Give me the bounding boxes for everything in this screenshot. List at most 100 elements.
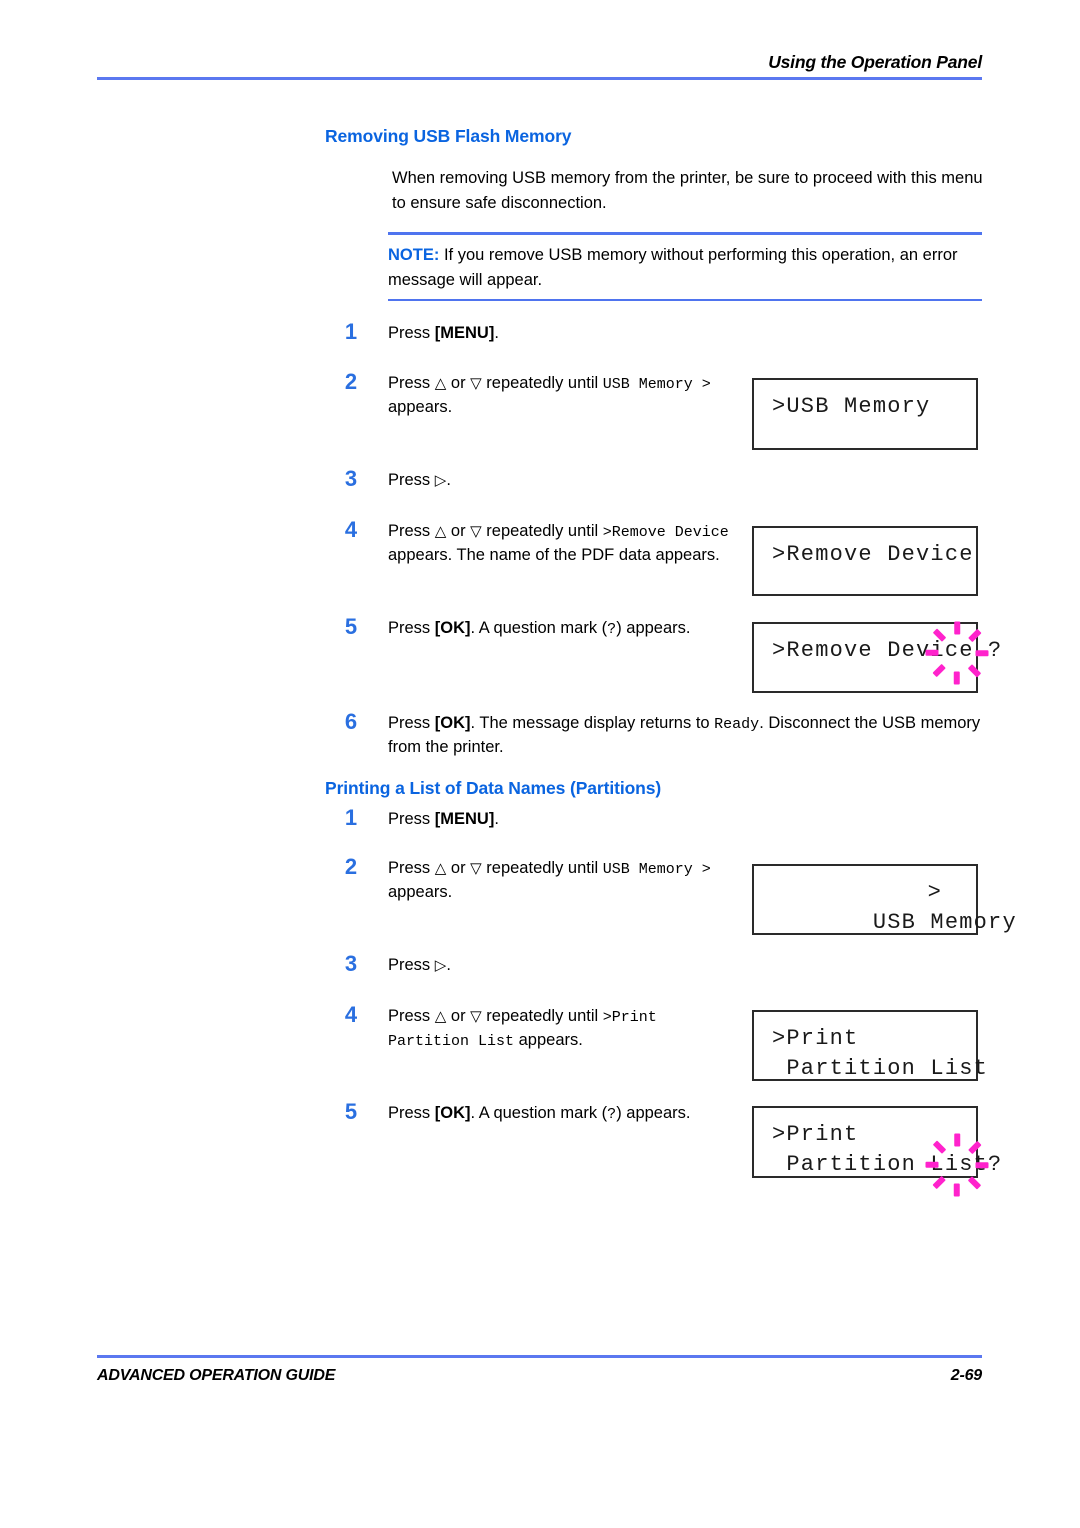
step-text: Press ▷. [388, 954, 733, 976]
lcd-display-usb-memory: >USB Memory [752, 378, 978, 450]
text-run: Press [388, 619, 435, 637]
text-run: . [494, 324, 499, 342]
text-run: . A question mark ( [470, 619, 608, 637]
lcd-literal-text: USB Memory > [602, 376, 711, 393]
section-heading-printing-list-of-data-names: Printing a List of Data Names (Partition… [325, 778, 662, 798]
step-text: Press [OK]. A question mark (?) appears. [388, 617, 743, 641]
arrow-key-icon: △ [434, 1008, 447, 1025]
lcd-line-1: >Print [772, 1026, 859, 1051]
text-run: or [446, 374, 471, 392]
lcd-display-remove-device: >Remove Device [752, 526, 978, 596]
text-run: . [446, 471, 451, 489]
text-run: . [494, 810, 499, 828]
text-run: Press [388, 1104, 435, 1122]
step-text: Press △ or ▽ repeatedly until USB Memory… [388, 372, 733, 418]
blinking-indicator-icon [925, 621, 989, 685]
lcd-literal-text: ? [607, 1106, 617, 1123]
text-run: or [446, 522, 471, 540]
arrow-key-icon: △ [434, 523, 447, 540]
text-run: repeatedly until [481, 1007, 603, 1025]
text-run: appears. The name of the PDF data appear… [388, 546, 720, 564]
text-run: Press [388, 714, 435, 732]
step-text: Press [OK]. A question mark (?) appears. [388, 1102, 743, 1126]
step-number: 6 [344, 709, 358, 734]
note-label: NOTE: [388, 245, 440, 264]
step-number: 2 [344, 854, 358, 879]
lcd-right-marker-icon: > [927, 880, 942, 905]
running-head-title: Using the Operation Panel [768, 52, 982, 72]
text-run: ) appears. [616, 619, 691, 637]
arrow-key-icon: ▷ [434, 957, 447, 974]
lcd-line-1: USB Memory > [772, 878, 1016, 998]
step-number: 4 [344, 517, 358, 542]
text-run: Press [388, 324, 435, 342]
page-header: Using the Operation Panel [97, 52, 982, 80]
step-text: Press [MENU]. [388, 322, 948, 344]
note-text: If you remove USB memory without perform… [388, 245, 958, 289]
lcd-line-2: Partition List [772, 1056, 989, 1081]
arrow-key-icon: ▽ [470, 860, 482, 877]
note-body: NOTE: If you remove USB memory without p… [388, 235, 982, 299]
arrow-key-icon: ▽ [470, 375, 482, 392]
lcd-display-print-partition-list-confirm: >Print Partition List? [752, 1106, 1001, 1197]
step-number: 5 [344, 614, 358, 639]
text-run: appears. [388, 883, 453, 901]
text-run: repeatedly until [481, 374, 603, 392]
step-number: 1 [344, 319, 358, 344]
lcd-display-print-partition-list: >Print Partition List [752, 1010, 989, 1081]
lcd-line-1-text: USB Memory [858, 910, 1017, 935]
note-bottom-rule [388, 298, 982, 301]
note-callout: NOTE: If you remove USB memory without p… [388, 232, 982, 301]
text-run: . The message display returns to [470, 714, 715, 732]
arrow-key-icon: ▽ [470, 523, 482, 540]
footer-page-number: 2-69 [950, 1367, 982, 1384]
key-label: [OK] [434, 619, 471, 637]
section-heading-removing-usb-flash-memory: Removing USB Flash Memory [325, 126, 572, 146]
text-run: ) appears. [616, 1104, 691, 1122]
text-run: . [446, 956, 451, 974]
footer-guide-title: ADVANCED OPERATION GUIDE [97, 1367, 336, 1384]
lcd-display-remove-device-confirm: >Remove Device ? [752, 621, 1001, 693]
text-run: Press [388, 374, 435, 392]
lcd-literal-text: USB Memory > [602, 861, 711, 878]
blinking-indicator-icon [925, 1133, 989, 1197]
text-run: Press [388, 859, 435, 877]
text-run: Press [388, 810, 435, 828]
arrow-key-icon: △ [434, 375, 447, 392]
text-run: repeatedly until [481, 522, 603, 540]
text-run: Press [388, 956, 435, 974]
lcd-line-1: >USB Memory [772, 394, 931, 419]
step-number: 1 [344, 805, 358, 830]
step-number: 5 [344, 1099, 358, 1124]
step-number: 3 [344, 466, 358, 491]
key-label: [MENU] [434, 324, 495, 342]
text-run: Press [388, 522, 435, 540]
step-text: Press △ or ▽ repeatedly until >Remove De… [388, 520, 733, 566]
text-run: Press [388, 1007, 435, 1025]
lcd-display-usb-memory-root: USB Memory > [752, 864, 1016, 935]
key-label: [OK] [434, 1104, 471, 1122]
arrow-key-icon: △ [434, 860, 447, 877]
page-footer: ADVANCED OPERATION GUIDE 2-69 [97, 1355, 982, 1385]
lcd-literal-text: >Remove Device [602, 524, 729, 541]
step-number: 4 [344, 1002, 358, 1027]
step-text: Press △ or ▽ repeatedly until >Print Par… [388, 1005, 718, 1053]
text-run: appears. [388, 398, 453, 416]
arrow-key-icon: ▷ [434, 472, 447, 489]
key-label: [OK] [434, 714, 471, 732]
arrow-key-icon: ▽ [470, 1008, 482, 1025]
step-text: Press [OK]. The message display returns … [388, 712, 996, 758]
lcd-line-1: >Remove Device [772, 542, 974, 567]
text-run: . A question mark ( [470, 1104, 608, 1122]
step-text: Press △ or ▽ repeatedly until USB Memory… [388, 857, 733, 903]
step-text: Press ▷. [388, 469, 733, 491]
step-text: Press [MENU]. [388, 808, 948, 830]
lcd-literal-text: ? [607, 621, 617, 638]
text-run: or [446, 1007, 471, 1025]
text-run: or [446, 859, 471, 877]
key-label: [MENU] [434, 810, 495, 828]
text-run: appears. [514, 1031, 583, 1049]
lcd-literal-text: Ready [714, 716, 760, 733]
section-intro-paragraph: When removing USB memory from the printe… [392, 169, 983, 212]
header-divider-rule [97, 77, 982, 80]
